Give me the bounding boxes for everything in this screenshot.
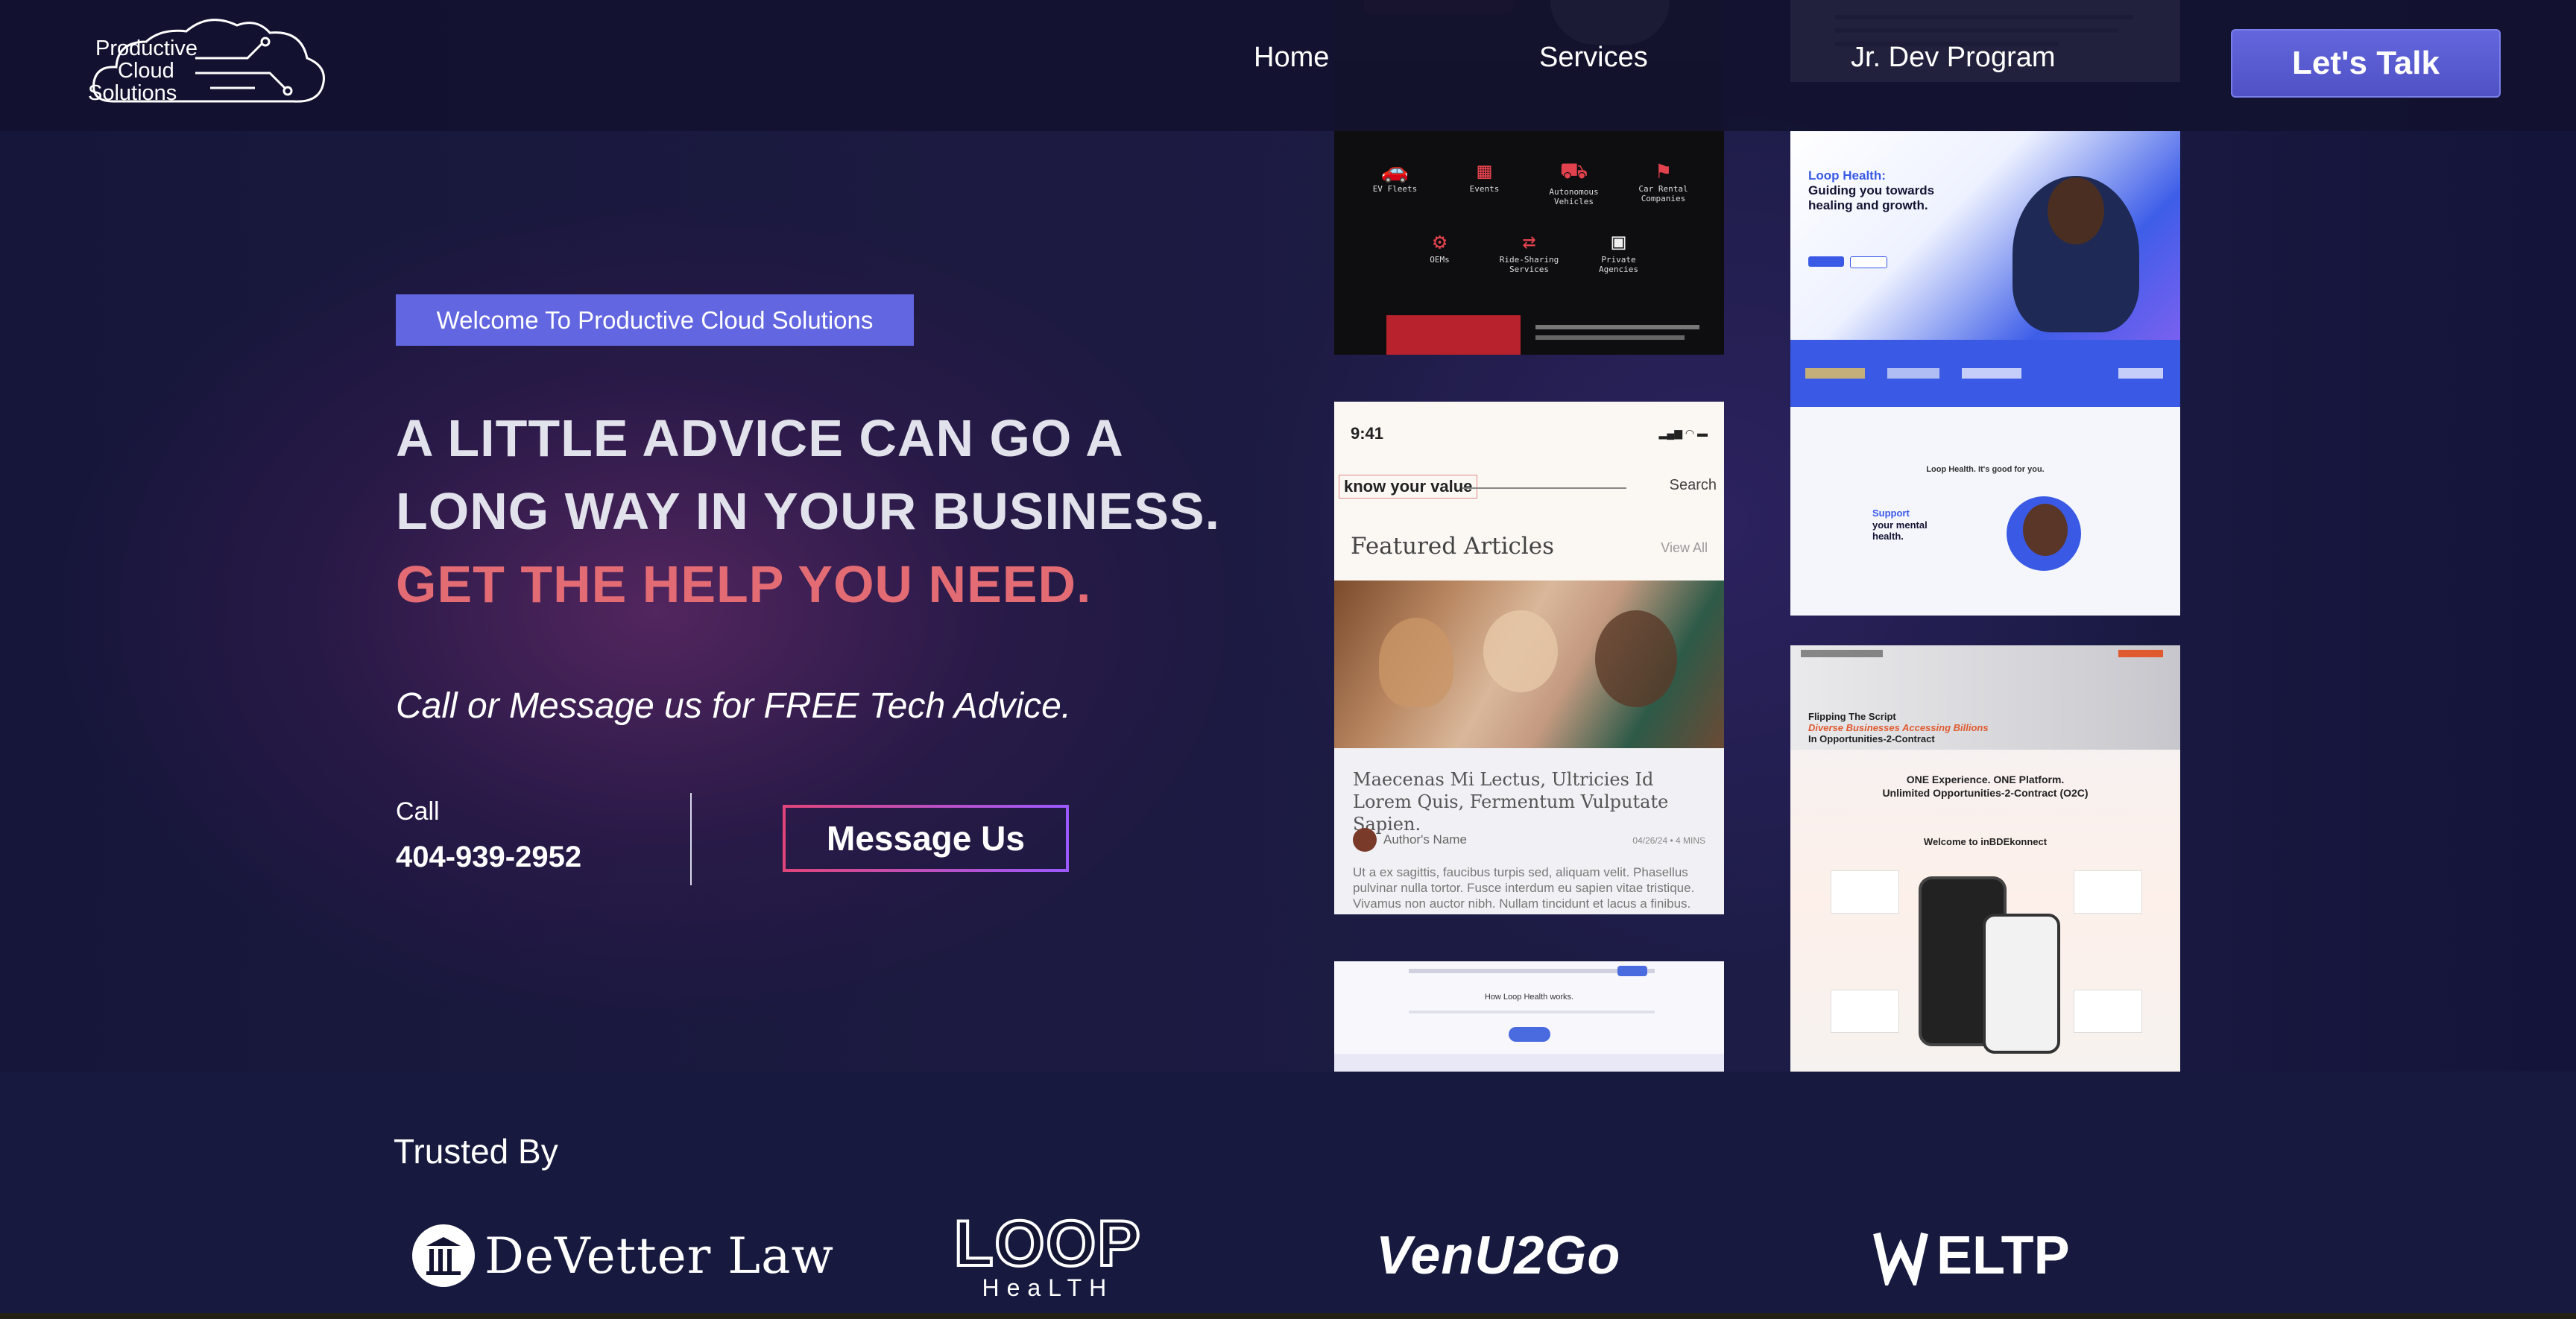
calendar-icon: ▦ [1477,158,1491,184]
konnect-mid2: Unlimited Opportunities-2-Contract (O2C) [1882,787,2089,799]
trusted-by-section [0,1072,2576,1319]
partner-loop-health[interactable]: LOOP HeaLTH [953,1207,1142,1304]
showcase-loop-how-screenshot: How Loop Health works. [1334,961,1724,1072]
headline-line-2: LONG WAY IN YOUR BUSINESS. [396,482,1221,540]
ev-icon-label: OEMs [1430,255,1450,265]
contact-divider [690,793,692,885]
article-author: Author's Name [1383,832,1467,847]
ev-icon-label: Events [1469,184,1500,194]
app-brand: know your value [1339,475,1478,499]
autonomous-icon: ⛟ [1559,158,1588,184]
message-us-button[interactable]: Message Us [783,805,1069,872]
partner-name: DeVetter Law [484,1227,834,1285]
konnect-h3: In Opportunities-2-Contract [1808,733,1935,744]
partner-sub: HeaLTH [982,1274,1114,1301]
status-time: 9:41 [1351,424,1384,443]
signal-icon: ▂▄▆ ◠ ▬ [1658,427,1708,439]
author-avatar [1353,828,1377,852]
call-label: Call [396,797,440,826]
rental-icon: ⚑ [1656,158,1670,184]
trusted-by-title: Trusted By [394,1132,558,1171]
showcase-article-app-screenshot: 9:41 ▂▄▆ ◠ ▬ know your value Search Feat… [1334,402,1724,914]
nav-services[interactable]: Services [1539,42,1648,74]
article-title: Maecenas Mi Lectus, Ultricies Id Lorem Q… [1353,769,1669,835]
showcase-loop-health-screenshot: Loop Health: Guiding you towards healing… [1790,131,2180,616]
welcome-badge: Welcome To Productive Cloud Solutions [396,294,914,346]
loop-support: Support [1872,507,1910,519]
partner-venu2go[interactable]: VenU2Go [1376,1207,1620,1304]
headline-line-3: GET THE HELP YOU NEED. [396,555,1092,613]
partner-name: ELTP [1936,1226,2070,1285]
agency-icon: ▣ [1611,229,1626,255]
pillar-icon [412,1224,475,1287]
app-section-title: Featured Articles [1351,533,1555,560]
app-search: Search [1669,477,1717,493]
site-header: Productive Cloud Solutions Home Services… [0,0,2576,131]
ev-icon-label: EV Fleets [1372,184,1418,194]
ev-icon-label: Autonomous Vehicles [1549,187,1599,206]
ev-icon-label: Ride-Sharing Services [1499,255,1559,274]
nav-home[interactable]: Home [1254,42,1329,74]
loop-tagline: Loop Health. It's good for you. [1926,465,2045,474]
loop-support-rest: your mental health. [1872,519,1928,542]
logo-line2: Cloud [118,59,174,83]
car-icon: 🚗 [1380,158,1409,184]
article-date: 04/26/24 • 4 MINS [1632,835,1705,846]
ev-icon-label: Car Rental Companies [1638,184,1688,203]
partner-name: VenU2Go [1376,1226,1621,1285]
ev-icon-label: Private Agencies [1599,255,1638,274]
logo-line1: Productive [95,37,198,60]
konnect-h1: Flipping The Script [1808,711,1896,722]
phone-number-link[interactable]: 404-939-2952 [396,841,581,874]
loop-how-title: How Loop Health works. [1484,993,1574,1002]
headline-line-1: A LITTLE ADVICE CAN GO A [396,409,1124,467]
hero-background [0,0,2576,1072]
partner-eltp[interactable]: ELTP [1871,1207,2070,1304]
konnect-h2: Diverse Businesses Accessing Billions [1808,722,1989,733]
konnect-welcome: Welcome to inBDEkonnect [1923,836,2048,847]
phone-mockup [1983,914,2060,1054]
oem-icon: ⚙ [1433,229,1447,255]
konnect-mid1: ONE Experience. ONE Platform. [1906,774,2065,785]
showcase-konnect-screenshot: Flipping The Script Diverse Businesses A… [1790,645,2180,1072]
article-image [1334,581,1724,748]
eltp-mark-icon [1873,1232,1928,1285]
page-bottom-edge [0,1313,2576,1319]
loop-prefix: Loop Health: [1808,168,1886,183]
app-view-all: View All [1661,540,1708,555]
rideshare-icon: ⇄ [1522,229,1536,255]
nav-jr-dev-program[interactable]: Jr. Dev Program [1851,42,2056,74]
partner-name: LOOP [953,1208,1142,1280]
lets-talk-button[interactable]: Let's Talk [2231,29,2501,98]
article-excerpt: Ut a ex sagittis, faucibus turpis sed, a… [1353,865,1695,911]
company-logo[interactable]: Productive Cloud Solutions [83,13,337,118]
partner-devetter-law[interactable]: DeVetter Law [411,1207,834,1304]
logo-line3: Solutions [88,81,177,105]
loop-headline: Guiding you towards healing and growth. [1808,183,1935,212]
hero-subline: Call or Message us for FREE Tech Advice. [396,686,1072,726]
